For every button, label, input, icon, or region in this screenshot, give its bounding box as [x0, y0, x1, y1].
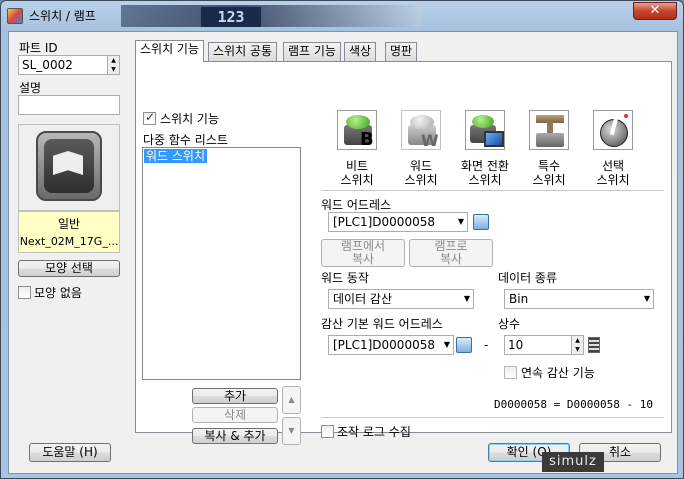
- constant-spinner[interactable]: ▲ ▼: [571, 336, 583, 354]
- constant-input[interactable]: 10 ▲ ▼: [504, 335, 584, 355]
- operation-log-label: 조작 로그 수집: [337, 425, 411, 439]
- shape-name: 일반: [57, 217, 81, 231]
- description-label: 설명: [19, 81, 42, 95]
- data-type-combo[interactable]: Bin ▼: [504, 289, 654, 309]
- special-switch-icon[interactable]: [529, 110, 569, 150]
- constant-value: 10: [508, 338, 524, 352]
- word-switch-label: 워드 스위치: [404, 159, 438, 187]
- tab-lamp-function[interactable]: 램프 기능: [283, 42, 341, 61]
- selector-switch-label: 선택 스위치: [596, 159, 630, 187]
- word-action-label: 워드 동작: [321, 271, 369, 285]
- app-icon: [7, 7, 23, 24]
- continuous-subtract-checkbox[interactable]: [504, 366, 517, 379]
- tab-nameplate[interactable]: 명판: [385, 42, 418, 61]
- operation-log-checkbox[interactable]: [321, 425, 334, 438]
- multi-function-list-label: 다중 함수 리스트: [143, 133, 228, 147]
- copy-from-lamp-button[interactable]: 램프에서 복사: [321, 239, 405, 267]
- bit-switch-icon[interactable]: B: [337, 110, 377, 150]
- description-input[interactable]: [18, 95, 120, 115]
- base-address-value: [PLC1]D0000058: [333, 338, 435, 352]
- chevron-down-icon: ▼: [463, 294, 470, 303]
- bit-switch-label: 비트 스위치: [340, 159, 374, 187]
- screen-change-switch-label: 화면 전환 스위치: [461, 159, 509, 187]
- switch-function-checkbox[interactable]: [143, 110, 156, 125]
- base-address-combo[interactable]: [PLC1]D0000058 ▼: [328, 335, 454, 355]
- base-address-picker-button[interactable]: [456, 337, 472, 353]
- selector-switch-icon[interactable]: [593, 110, 633, 150]
- continuous-subtract-label: 연속 감산 기능: [521, 366, 595, 380]
- tab-switch-common[interactable]: 스위치 공통: [208, 42, 278, 61]
- copy-to-lamp-button[interactable]: 램프로 복사: [409, 239, 493, 267]
- data-type-value: Bin: [509, 292, 529, 306]
- help-button[interactable]: 도움말 (H): [29, 443, 111, 462]
- chevron-down-icon: ▼: [443, 340, 450, 349]
- part-id-label: 파트 ID: [19, 41, 58, 55]
- dialog-window: 123 스위치 / 램프 ✕ 파트 ID SL_0002 ▲ ▼ 설명 일반 Ne…: [0, 0, 684, 479]
- keypad-icon[interactable]: [588, 337, 600, 353]
- background-window-strip: [121, 5, 421, 27]
- chevron-down-icon: ▼: [643, 294, 650, 303]
- base-address-label: 감산 기본 워드 어드레스: [321, 317, 443, 331]
- data-type-label: 데이터 종류: [498, 271, 558, 285]
- move-down-button[interactable]: ▼: [282, 417, 301, 445]
- tab-switch-function[interactable]: 스위치 기능: [135, 40, 205, 62]
- watermark-logo: simulz: [542, 452, 604, 472]
- word-action-value: 데이터 감산: [333, 292, 393, 306]
- word-address-label: 워드 어드레스: [321, 198, 392, 212]
- word-address-value: [PLC1]D0000058: [333, 215, 435, 229]
- no-shape-checkbox[interactable]: [18, 286, 31, 299]
- part-id-value: SL_0002: [22, 58, 73, 72]
- close-button[interactable]: ✕: [633, 2, 677, 20]
- shape-info: 일반 Next_02M_17G_...: [18, 211, 120, 253]
- background-number: 123: [201, 7, 261, 27]
- divider: [321, 190, 664, 191]
- no-shape-label: 모양 없음: [34, 286, 82, 300]
- minus-sign: -: [484, 338, 489, 352]
- word-switch-icon[interactable]: W: [401, 110, 441, 150]
- address-picker-button[interactable]: [473, 214, 489, 230]
- add-button[interactable]: 추가: [192, 388, 278, 404]
- dialog-client: 파트 ID SL_0002 ▲ ▼ 설명 일반 Next_02M_17G_... …: [8, 31, 678, 474]
- shape-file: Next_02M_17G_...: [19, 235, 119, 248]
- special-switch-label: 특수 스위치: [532, 159, 566, 187]
- title-bar[interactable]: 123 스위치 / 램프 ✕: [1, 1, 683, 31]
- formula-text: D0000058 = D0000058 - 10: [494, 398, 653, 411]
- shape-preview[interactable]: [18, 124, 120, 211]
- window-title: 스위치 / 램프: [29, 9, 96, 23]
- multi-function-list[interactable]: 워드 스위치: [142, 147, 301, 380]
- screen-change-switch-icon[interactable]: [465, 110, 505, 150]
- delete-button[interactable]: 삭제: [192, 407, 278, 423]
- constant-label: 상수: [498, 317, 521, 331]
- shape-preview-icon: [36, 131, 102, 201]
- chevron-down-icon: ▼: [457, 217, 464, 226]
- switch-function-label: 스위치 기능: [160, 112, 220, 126]
- list-item[interactable]: 워드 스위치: [144, 149, 208, 163]
- part-id-spinner[interactable]: ▲ ▼: [107, 56, 119, 74]
- tab-color[interactable]: 색상: [344, 42, 377, 61]
- divider: [321, 417, 664, 418]
- part-id-field[interactable]: SL_0002 ▲ ▼: [18, 55, 120, 75]
- switch-function-panel: 스위치 기능 다중 함수 리스트 워드 스위치 추가 삭제 복사 & 추가 ▲ …: [135, 61, 672, 445]
- word-address-combo[interactable]: [PLC1]D0000058 ▼: [328, 212, 468, 232]
- select-shape-button[interactable]: 모양 선택: [18, 260, 120, 277]
- copy-add-button[interactable]: 복사 & 추가: [192, 428, 278, 444]
- move-up-button[interactable]: ▲: [282, 386, 301, 414]
- word-action-combo[interactable]: 데이터 감산 ▼: [328, 289, 474, 309]
